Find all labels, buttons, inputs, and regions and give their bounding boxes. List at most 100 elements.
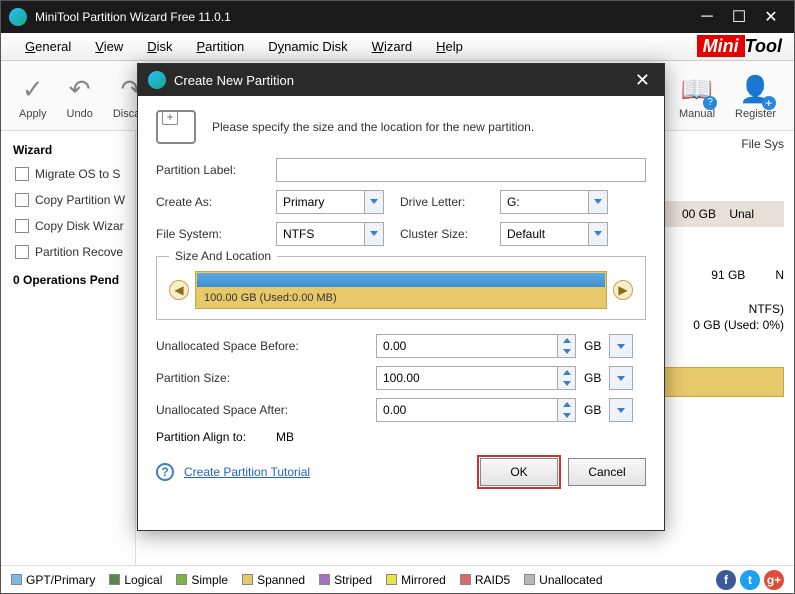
window-title: MiniTool Partition Wizard Free 11.0.1 <box>35 10 692 24</box>
sidebar-item-label: Partition Recove <box>35 245 123 259</box>
align-to-select[interactable]: MB <box>276 430 332 444</box>
create-partition-dialog: Create New Partition ✕ Please specify th… <box>137 63 665 531</box>
dialog-titlebar: Create New Partition ✕ <box>138 64 664 96</box>
brand-logo: MiniTool <box>697 36 782 57</box>
app-icon <box>9 8 27 26</box>
spin-up-button[interactable] <box>558 367 575 378</box>
menu-view[interactable]: View <box>83 35 135 58</box>
disk-row[interactable]: 00 GB Unal <box>654 201 784 227</box>
book-icon: 📖? <box>681 72 713 108</box>
unit-label: GB <box>576 371 609 385</box>
create-as-label: Create As: <box>156 195 276 209</box>
menu-dynamic-disk[interactable]: Dynamic Disk <box>256 35 359 58</box>
drive-letter-label: Drive Letter: <box>400 195 500 209</box>
file-system-select[interactable]: NTFS <box>276 222 384 246</box>
slider-label: 100.00 GB (Used:0.00 MB) <box>204 292 337 304</box>
partition-size-label: Partition Size: <box>156 371 376 385</box>
window-titlebar: MiniTool Partition Wizard Free 11.0.1 ─ … <box>1 1 794 33</box>
apply-button[interactable]: ✓Apply <box>11 67 55 124</box>
spin-down-button[interactable] <box>558 410 575 421</box>
sidebar-item-label: Migrate OS to S <box>35 167 120 181</box>
dialog-icon <box>148 71 166 89</box>
menu-partition[interactable]: Partition <box>185 35 257 58</box>
spin-down-button[interactable] <box>558 378 575 389</box>
partition-bar[interactable] <box>654 367 784 397</box>
partition-size-slider[interactable]: 100.00 GB (Used:0.00 MB) <box>195 271 607 309</box>
slider-left-button[interactable]: ◀ <box>169 280 189 300</box>
sidebar-item-label: Copy Disk Wizar <box>35 219 124 233</box>
undo-button[interactable]: ↶Undo <box>59 67 101 124</box>
sidebar-wizard-title: Wizard <box>1 139 135 161</box>
partition-icon <box>156 110 196 144</box>
maximize-button[interactable]: ☐ <box>724 5 754 29</box>
sidebar-item-copy-partition[interactable]: Copy Partition W <box>1 187 135 213</box>
legend-mirrored: Mirrored <box>386 573 446 587</box>
sidebar: Wizard Migrate OS to S Copy Partition W … <box>1 131 136 565</box>
unit-label: GB <box>576 339 609 353</box>
sidebar-item-copy-disk[interactable]: Copy Disk Wizar <box>1 213 135 239</box>
migrate-icon <box>15 167 29 181</box>
register-button[interactable]: 👤+Register <box>727 67 784 124</box>
file-system-label: File System: <box>156 227 276 241</box>
spin-down-button[interactable] <box>558 346 575 357</box>
column-header-filesystem: File Sys <box>741 137 784 151</box>
tutorial-link[interactable]: Create Partition Tutorial <box>184 465 310 479</box>
dialog-title: Create New Partition <box>174 73 631 88</box>
drive-letter-select[interactable]: G: <box>500 190 608 214</box>
sidebar-item-migrate-os[interactable]: Migrate OS to S <box>1 161 135 187</box>
menubar: General View Disk Partition Dynamic Disk… <box>1 33 794 61</box>
facebook-icon[interactable]: f <box>716 570 736 590</box>
unalloc-after-input[interactable] <box>377 399 557 421</box>
unalloc-after-label: Unallocated Space After: <box>156 403 376 417</box>
check-icon: ✓ <box>22 72 44 108</box>
size-location-fieldset: Size And Location ◀ 100.00 GB (Used:0.00… <box>156 256 646 320</box>
cluster-size-select[interactable]: Default <box>500 222 608 246</box>
manual-button[interactable]: 📖?Manual <box>671 67 723 124</box>
unalloc-after-spinner[interactable] <box>376 398 576 422</box>
dialog-description: Please specify the size and the location… <box>212 120 534 134</box>
cancel-button[interactable]: Cancel <box>568 458 646 486</box>
unit-select[interactable] <box>609 398 633 422</box>
operations-pending: 0 Operations Pend <box>1 265 135 295</box>
align-to-label: Partition Align to: <box>156 430 276 444</box>
partition-label-label: Partition Label: <box>156 163 276 177</box>
menu-help[interactable]: Help <box>424 35 475 58</box>
legend-logical: Logical <box>109 573 162 587</box>
spin-up-button[interactable] <box>558 335 575 346</box>
unalloc-before-spinner[interactable] <box>376 334 576 358</box>
legend-spanned: Spanned <box>242 573 305 587</box>
legend-striped: Striped <box>319 573 372 587</box>
close-button[interactable]: ✕ <box>756 5 786 29</box>
partition-label-input[interactable] <box>276 158 646 182</box>
partition-size-spinner[interactable] <box>376 366 576 390</box>
undo-icon: ↶ <box>69 72 91 108</box>
slider-right-button[interactable]: ▶ <box>613 280 633 300</box>
slider-fill <box>197 273 605 287</box>
spin-up-button[interactable] <box>558 399 575 410</box>
partition-info: 91 GB N NTFS) 0 GB (Used: 0%) <box>693 267 784 334</box>
sidebar-item-label: Copy Partition W <box>35 193 125 207</box>
twitter-icon[interactable]: t <box>740 570 760 590</box>
cluster-size-label: Cluster Size: <box>400 227 500 241</box>
sidebar-item-partition-recovery[interactable]: Partition Recove <box>1 239 135 265</box>
legend-unallocated: Unallocated <box>524 573 602 587</box>
recovery-icon <box>15 245 29 259</box>
menu-wizard[interactable]: Wizard <box>360 35 424 58</box>
menu-general[interactable]: General <box>13 35 83 58</box>
minimize-button[interactable]: ─ <box>692 5 722 29</box>
unalloc-before-input[interactable] <box>377 335 557 357</box>
ok-button[interactable]: OK <box>480 458 558 486</box>
menu-disk[interactable]: Disk <box>135 35 184 58</box>
unit-select[interactable] <box>609 366 633 390</box>
unalloc-before-label: Unallocated Space Before: <box>156 339 376 353</box>
partition-size-input[interactable] <box>377 367 557 389</box>
copy-partition-icon <box>15 193 29 207</box>
legend-raid5: RAID5 <box>460 573 510 587</box>
unit-select[interactable] <box>609 334 633 358</box>
create-as-select[interactable]: Primary <box>276 190 384 214</box>
gplus-icon[interactable]: g+ <box>764 570 784 590</box>
help-icon[interactable]: ? <box>156 463 174 481</box>
legend-bar: GPT/Primary Logical Simple Spanned Strip… <box>1 565 794 593</box>
user-add-icon: 👤+ <box>739 72 771 108</box>
dialog-close-button[interactable]: ✕ <box>631 70 654 91</box>
